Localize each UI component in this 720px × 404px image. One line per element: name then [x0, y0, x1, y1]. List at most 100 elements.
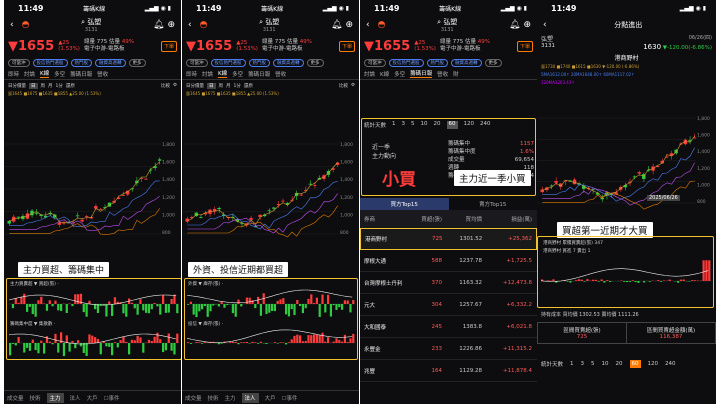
- bar: [248, 343, 251, 344]
- bar: [335, 304, 338, 310]
- bar: [254, 304, 257, 309]
- battery-icon: ▂▄▆ ◉ ▮: [679, 4, 706, 12]
- candle: [121, 194, 125, 196]
- bar: [643, 281, 646, 283]
- bar: [26, 343, 29, 348]
- order-button[interactable]: 下單: [160, 40, 177, 52]
- table-row[interactable]: 大和國泰 245 1383.8 +6,021.8: [360, 316, 537, 338]
- moving-average-line: [9, 161, 160, 223]
- bell-icon[interactable]: 🔔︎: [509, 20, 520, 30]
- back-icon[interactable]: ‹: [366, 20, 370, 30]
- bar: [609, 281, 612, 282]
- y-tick-label: 800: [162, 230, 171, 236]
- bar: [156, 304, 159, 307]
- bar: [285, 304, 288, 315]
- bar: [108, 301, 111, 304]
- table-row[interactable]: 永豐金 233 1226.86 +11,315.2: [360, 338, 537, 360]
- bar: [626, 281, 629, 283]
- moving-average-line: [9, 180, 160, 227]
- range-selector: 統計天數 1 3 5 10 20 60 120 240: [364, 121, 491, 129]
- bar: [332, 304, 335, 306]
- bar: [147, 304, 151, 314]
- bell-icon[interactable]: 🔔︎: [153, 20, 164, 30]
- candle: [144, 178, 148, 180]
- bar: [293, 335, 296, 343]
- screen-broker-detail: 11:49 ▂▄▆ ◉ ▮ ‹ 分點進出 弘塑 06/26(四) 3131 16…: [537, 0, 716, 404]
- table-row[interactable]: 摩根大通 588 1237.78 +1,725.5: [360, 250, 537, 272]
- bar: [40, 296, 43, 304]
- bar: [91, 335, 94, 343]
- bar: [28, 304, 32, 307]
- bar: [688, 281, 691, 282]
- candle: [98, 209, 103, 210]
- bar: [299, 304, 302, 307]
- add-icon[interactable]: ⊕: [523, 20, 531, 30]
- back-icon[interactable]: ‹: [188, 20, 192, 30]
- bar: [285, 343, 288, 345]
- bar: [315, 297, 318, 304]
- bar: [153, 302, 156, 304]
- bar: [580, 279, 583, 281]
- bar: [229, 342, 232, 343]
- y-tick-label: 800: [340, 230, 349, 236]
- bottom-tabs: 成交量 技術 主力 法人 大戶 ☐事件: [4, 390, 181, 404]
- table-row[interactable]: 元大 304 1257.67 +6,332.2: [360, 294, 537, 316]
- bar: [162, 294, 165, 304]
- bar: [349, 304, 352, 313]
- gear-icon[interactable]: ⚙: [351, 83, 355, 88]
- moving-average-line: [542, 135, 695, 198]
- bar: [85, 343, 88, 356]
- bar: [324, 341, 327, 343]
- search-icon[interactable]: ⌕: [259, 18, 263, 26]
- table-row[interactable]: 港商野村 725 1301.52 +25,362: [360, 228, 537, 250]
- checkbox-event[interactable]: ☐事件: [104, 394, 120, 402]
- search-icon[interactable]: ⌕: [81, 18, 85, 26]
- bar: [20, 296, 23, 304]
- foreign-bar-chart: [187, 289, 355, 318]
- search-icon[interactable]: ⌕: [437, 18, 441, 26]
- bar: [111, 304, 114, 316]
- bar: [338, 304, 341, 308]
- table-row[interactable]: 兆豐 164 1129.28 +11,878.4: [360, 360, 537, 382]
- bar: [203, 304, 206, 306]
- add-icon[interactable]: ⊕: [345, 20, 353, 30]
- bell-icon[interactable]: 🔔︎: [331, 20, 342, 30]
- bar: [79, 343, 83, 347]
- add-icon[interactable]: ⊕: [167, 20, 175, 30]
- bar: [139, 299, 142, 304]
- battery-icon: ▂▄▆ ◉ ▮: [144, 4, 171, 12]
- bar: [206, 304, 209, 317]
- back-icon[interactable]: ‹: [10, 20, 14, 30]
- bar: [220, 301, 223, 304]
- screen-institutional: 11:49 籌碼K線 ▂▄▆ ◉ ▮ ‹ ◓ ⌕ 弘塑 3131 🔔︎ ⊕ ▼165…: [182, 0, 359, 404]
- bar: [248, 297, 251, 304]
- bar: [164, 304, 168, 313]
- bar: [279, 299, 282, 304]
- bar: [31, 339, 34, 343]
- bar: [31, 304, 34, 315]
- bar: [315, 334, 318, 343]
- bar: [51, 343, 54, 345]
- bar: [153, 336, 156, 343]
- bar: [176, 304, 179, 314]
- bar: [51, 304, 54, 307]
- bar: [307, 335, 310, 343]
- bar: [65, 335, 68, 343]
- bar: [156, 332, 159, 343]
- bar: [209, 304, 212, 312]
- bar: [54, 300, 57, 304]
- bar: [577, 279, 581, 281]
- bar: [637, 281, 640, 283]
- bar: [150, 340, 153, 343]
- bar: [341, 341, 344, 343]
- table-row[interactable]: 台灣摩根士丹利 370 1163.32 +12,473.8: [360, 272, 537, 294]
- order-button[interactable]: 下單: [338, 40, 355, 52]
- y-tick-label: 1,800: [340, 142, 353, 148]
- bar: [57, 343, 60, 353]
- bar: [660, 281, 663, 282]
- gear-icon[interactable]: ⚙: [173, 83, 177, 88]
- y-tick-label: 800: [697, 199, 706, 205]
- bar: [48, 341, 51, 343]
- broker-bar-chart: [541, 260, 711, 283]
- bar: [597, 281, 600, 282]
